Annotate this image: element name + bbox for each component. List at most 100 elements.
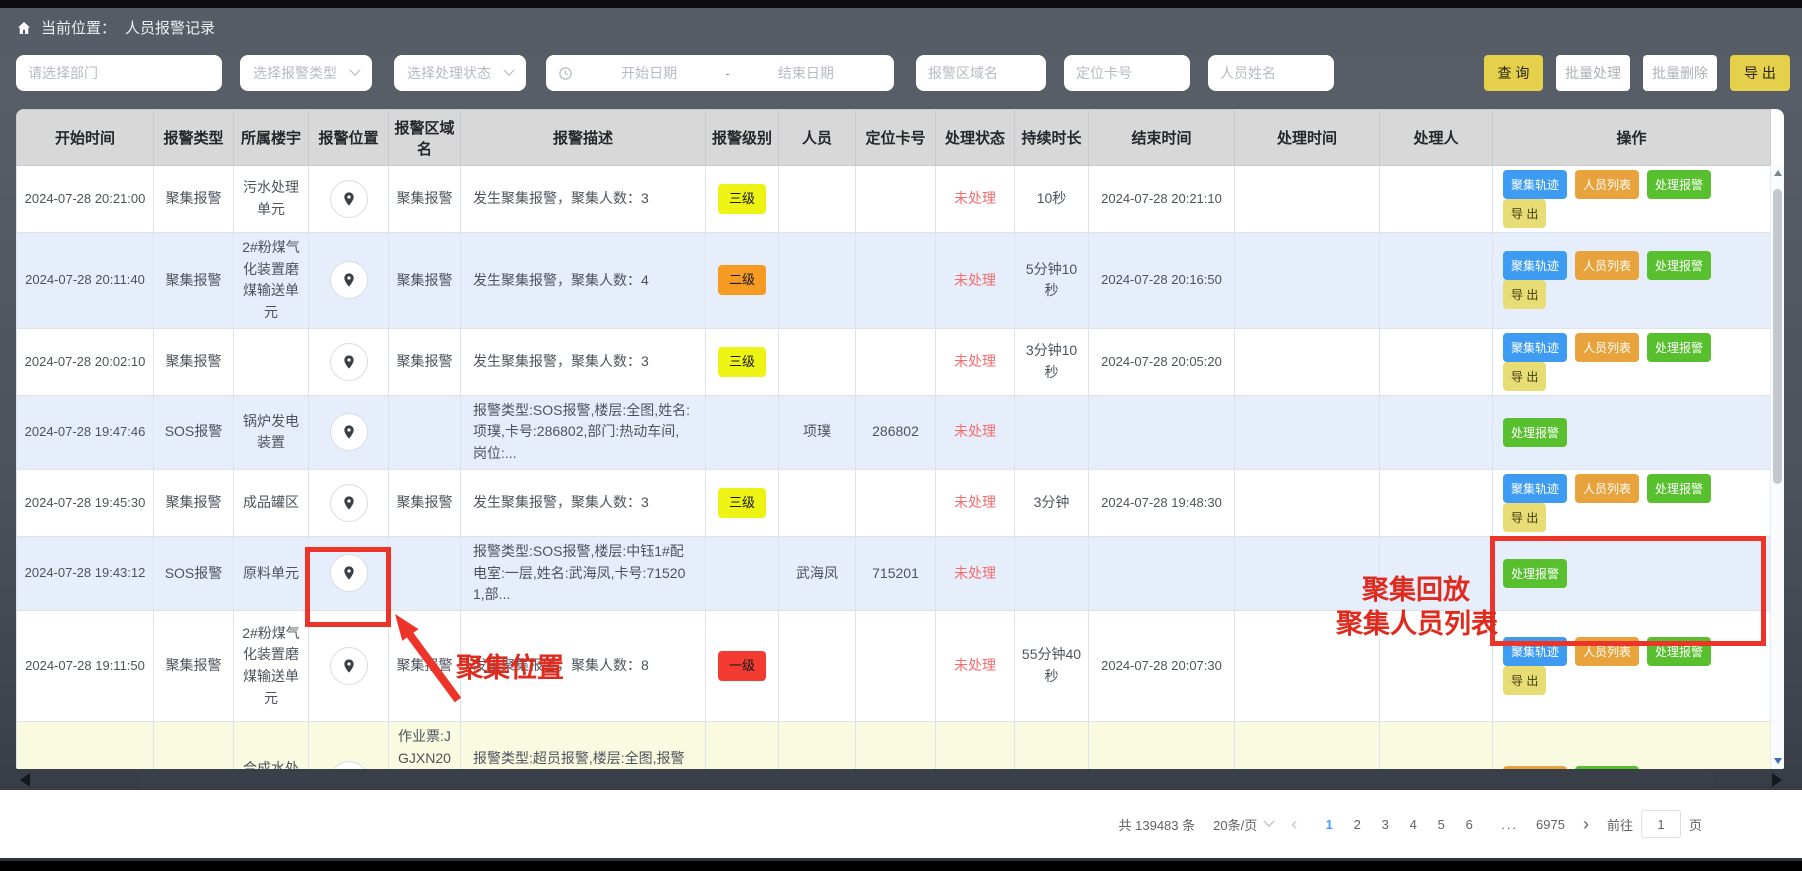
table-row: 2024-07-28 19:45:30聚集报警成品罐区聚集报警发生聚集报警，聚集…: [17, 469, 1771, 536]
status-text: 未处理: [954, 353, 996, 369]
alarm-location-button[interactable]: [330, 180, 368, 218]
action-button-聚集轨迹[interactable]: 聚集轨迹: [1503, 333, 1567, 362]
goto-page-input[interactable]: [1641, 810, 1681, 838]
action-button-聚集轨迹[interactable]: 聚集轨迹: [1503, 170, 1567, 199]
action-button-处理报警[interactable]: 处理报警: [1503, 418, 1567, 447]
cell-area: 作业票:JGJXN202407280003-超员报警: [389, 721, 461, 769]
alarm-location-button[interactable]: [330, 761, 368, 769]
top-strip: [0, 0, 1802, 8]
cell-handle_time: [1235, 721, 1380, 769]
alarm-location-button[interactable]: [330, 554, 368, 592]
cell-handle_time: [1235, 395, 1380, 469]
action-button-处理报警[interactable]: 处理报警: [1647, 170, 1711, 199]
alarm-location-button[interactable]: [330, 647, 368, 685]
cell-area: 聚集报警: [389, 166, 461, 233]
action-button-人员列表[interactable]: 人员列表: [1575, 251, 1639, 280]
page-button-1[interactable]: 1: [1315, 810, 1343, 838]
action-button-导出[interactable]: 导 出: [1503, 199, 1546, 228]
action-button-人员列表[interactable]: 人员列表: [1575, 333, 1639, 362]
page-button-5[interactable]: 5: [1427, 810, 1455, 838]
cell-desc: 发生聚集报警，聚集人数：3: [461, 328, 706, 395]
date-range-picker[interactable]: 开始日期 - 结束日期: [546, 55, 894, 91]
column-header: 报警描述: [461, 110, 706, 166]
alarm-location-button[interactable]: [330, 343, 368, 381]
next-page-button[interactable]: ›: [1583, 815, 1589, 833]
last-page-button[interactable]: 6975: [1536, 810, 1565, 838]
page-title: 人员报警记录: [125, 17, 215, 38]
page-size-select[interactable]: 20条/页: [1213, 815, 1273, 834]
column-header: 定位卡号: [856, 110, 936, 166]
alarm-location-button[interactable]: [330, 413, 368, 451]
scroll-down-icon[interactable]: [1774, 758, 1782, 764]
page-button-6[interactable]: 6: [1455, 810, 1483, 838]
alarm-table-card: 开始时间报警类型所属楼宇报警位置报警区域名报警描述报警级别人员定位卡号处理状态持…: [16, 109, 1784, 769]
cell-status: 未处理: [936, 166, 1015, 233]
horizontal-scrollbar-thumb[interactable]: [138, 772, 1714, 787]
vertical-scrollbar[interactable]: [1770, 165, 1784, 769]
action-button-处理报警[interactable]: 处理报警: [1647, 637, 1711, 666]
start-date-placeholder: 开始日期: [573, 63, 725, 83]
cell-actions: 聚集轨迹人员列表处理报警导 出: [1493, 469, 1771, 536]
status-text: 未处理: [954, 423, 996, 439]
scroll-up-icon[interactable]: [1774, 170, 1782, 176]
vertical-scrollbar-thumb[interactable]: [1773, 189, 1782, 484]
horizontal-scrollbar[interactable]: [16, 772, 1786, 788]
department-input[interactable]: [16, 55, 222, 91]
alarm-level-badge: 三级: [718, 347, 766, 377]
batch-delete-button[interactable]: 批量删除: [1643, 55, 1717, 91]
alarm-area-input[interactable]: [916, 55, 1046, 91]
scroll-right-icon[interactable]: [1772, 773, 1782, 787]
cell-actions: 聚集轨迹人员列表处理报警导 出: [1493, 166, 1771, 233]
prev-page-button[interactable]: ‹: [1291, 815, 1297, 833]
action-button-导出[interactable]: 导 出: [1503, 666, 1546, 695]
batch-handle-button[interactable]: 批量处理: [1556, 55, 1630, 91]
scroll-left-icon[interactable]: [20, 773, 30, 787]
action-button-聚集轨迹[interactable]: 聚集轨迹: [1503, 474, 1567, 503]
cell-person: 项璞: [779, 395, 856, 469]
cell-handler: [1380, 166, 1493, 233]
person-name-input[interactable]: [1208, 55, 1334, 91]
action-button-人员列表[interactable]: 人员列表: [1575, 637, 1639, 666]
cell-area: 聚集报警: [389, 328, 461, 395]
cell-handler: [1380, 395, 1493, 469]
cell-start: 2024-07-28 19:45:30: [17, 469, 154, 536]
cell-level: 一级: [706, 610, 779, 721]
query-button[interactable]: 查 询: [1484, 55, 1543, 91]
action-button-人员列表[interactable]: 人员列表: [1575, 474, 1639, 503]
cell-handle_time: [1235, 610, 1380, 721]
action-button-导出[interactable]: 导 出: [1503, 503, 1546, 532]
card-number-input[interactable]: [1064, 55, 1190, 91]
action-button-聚集轨迹[interactable]: 聚集轨迹: [1503, 637, 1567, 666]
alarm-type-select[interactable]: 选择报警类型: [240, 55, 372, 91]
action-button-人员列表[interactable]: 人员列表: [1503, 766, 1567, 769]
cell-desc: 发生聚集报警，聚集人数：4: [461, 233, 706, 329]
action-button-导出[interactable]: 导 出: [1503, 280, 1546, 309]
alarm-level-badge: 二级: [718, 265, 766, 295]
cell-type: 聚集报警: [154, 233, 234, 329]
page-button-3[interactable]: 3: [1371, 810, 1399, 838]
action-button-处理报警[interactable]: 处理报警: [1575, 766, 1639, 769]
action-button-导出[interactable]: 导 出: [1503, 362, 1546, 391]
alarm-location-button[interactable]: [330, 484, 368, 522]
cell-handler: [1380, 233, 1493, 329]
handle-status-select[interactable]: 选择处理状态: [394, 55, 526, 91]
action-button-处理报警[interactable]: 处理报警: [1503, 559, 1567, 588]
action-button-处理报警[interactable]: 处理报警: [1647, 474, 1711, 503]
page-button-4[interactable]: 4: [1399, 810, 1427, 838]
cell-position: [309, 610, 389, 721]
cell-status: 未处理: [936, 721, 1015, 769]
action-button-处理报警[interactable]: 处理报警: [1647, 251, 1711, 280]
chevron-down-icon: [349, 65, 360, 76]
breadcrumb-label: 当前位置：: [41, 17, 116, 38]
cell-card: [856, 233, 936, 329]
action-button-聚集轨迹[interactable]: 聚集轨迹: [1503, 251, 1567, 280]
export-button[interactable]: 导 出: [1730, 55, 1790, 91]
action-button-处理报警[interactable]: 处理报警: [1647, 333, 1711, 362]
cell-handler: [1380, 721, 1493, 769]
action-button-人员列表[interactable]: 人员列表: [1575, 170, 1639, 199]
cell-building: 原料单元: [234, 536, 309, 610]
chevron-down-icon: [503, 65, 514, 76]
page-button-2[interactable]: 2: [1343, 810, 1371, 838]
alarm-location-button[interactable]: [330, 261, 368, 299]
cell-level: [706, 395, 779, 469]
